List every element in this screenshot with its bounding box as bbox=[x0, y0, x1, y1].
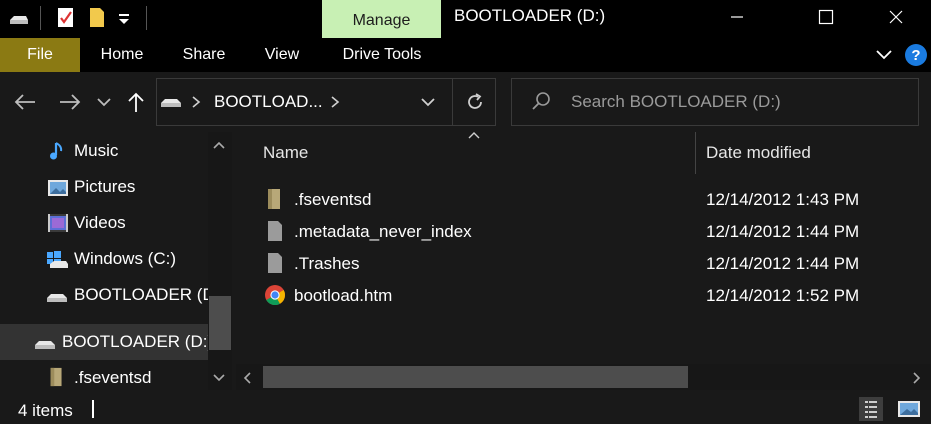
file-name[interactable]: .fseventsd bbox=[294, 190, 372, 210]
music-icon bbox=[50, 142, 63, 160]
pictures-icon bbox=[48, 180, 68, 196]
file-name[interactable]: .Trashes bbox=[294, 254, 360, 274]
column-divider[interactable] bbox=[695, 132, 696, 174]
tree-item-pictures[interactable]: Pictures bbox=[0, 169, 208, 205]
tree-item-bootloader-d[interactable]: BOOTLOADER (D:) bbox=[0, 277, 208, 313]
help-button[interactable]: ? bbox=[905, 44, 927, 66]
tab-drive-tools[interactable]: Drive Tools bbox=[330, 38, 434, 72]
drive-icon bbox=[47, 294, 67, 302]
large-icons-view-icon[interactable] bbox=[897, 397, 921, 421]
search-icon bbox=[532, 92, 550, 110]
file-name[interactable]: bootload.htm bbox=[294, 286, 392, 306]
maximize-button[interactable] bbox=[803, 0, 849, 34]
details-view-icon[interactable] bbox=[859, 397, 883, 421]
navigation-pane[interactable]: Music Pictures Videos Windows (C:) BOOTL… bbox=[0, 132, 232, 390]
up-arrow-icon[interactable] bbox=[126, 91, 146, 113]
file-name[interactable]: .metadata_never_index bbox=[294, 222, 472, 242]
back-arrow-icon[interactable] bbox=[13, 92, 37, 112]
chevron-right-icon[interactable] bbox=[190, 95, 202, 109]
file-date: 12/14/2012 1:44 PM bbox=[706, 222, 860, 241]
tree-item-fseventsd[interactable]: .fseventsd bbox=[0, 360, 208, 390]
forward-arrow-icon[interactable] bbox=[58, 92, 82, 112]
windows-drive-icon bbox=[47, 251, 68, 268]
customize-toolbar-icon[interactable] bbox=[114, 8, 136, 30]
tree-item-music[interactable]: Music bbox=[0, 133, 208, 169]
ribbon-tabs: File Home Share View Drive Tools bbox=[0, 38, 931, 72]
tree-item-label: .fseventsd bbox=[74, 368, 152, 387]
tree-item-bootloader-d-root[interactable]: BOOTLOADER (D:) bbox=[0, 324, 208, 360]
chevron-right-icon[interactable] bbox=[329, 95, 341, 109]
address-divider bbox=[452, 79, 453, 125]
file-icon bbox=[268, 253, 282, 273]
title-bar: Manage BOOTLOADER (D:) bbox=[0, 0, 931, 38]
properties-icon[interactable] bbox=[55, 6, 77, 28]
tree-item-label: Videos bbox=[74, 213, 126, 232]
minimize-button[interactable] bbox=[714, 0, 760, 34]
tree-item-label: BOOTLOADER (D:) bbox=[74, 285, 208, 304]
column-header-name[interactable]: Name bbox=[263, 143, 308, 163]
new-folder-icon[interactable] bbox=[86, 6, 108, 28]
tab-manage[interactable]: Manage bbox=[322, 0, 441, 38]
status-divider bbox=[92, 400, 94, 418]
drive-icon bbox=[35, 341, 55, 349]
scrollbar-thumb[interactable] bbox=[209, 296, 231, 350]
toolbar-divider bbox=[40, 6, 41, 30]
folder-icon bbox=[268, 189, 280, 209]
file-icon bbox=[268, 221, 282, 241]
close-button[interactable] bbox=[873, 0, 919, 34]
search-input[interactable]: Search BOOTLOADER (D:) bbox=[571, 92, 781, 112]
chrome-icon bbox=[265, 285, 286, 306]
item-count: 4 items bbox=[18, 401, 73, 420]
maximize-icon bbox=[818, 9, 834, 25]
address-bar[interactable] bbox=[156, 78, 496, 126]
refresh-icon[interactable] bbox=[464, 91, 486, 113]
status-bar bbox=[0, 392, 931, 424]
tree-item-label: Music bbox=[74, 141, 119, 160]
scroll-left-icon[interactable] bbox=[242, 371, 252, 385]
tab-view[interactable]: View bbox=[254, 38, 310, 72]
navigation-scrollbar[interactable] bbox=[208, 132, 232, 390]
scroll-up-icon[interactable] bbox=[212, 140, 226, 150]
tree-item-label: BOOTLOADER (D:) bbox=[62, 332, 208, 351]
file-date: 12/14/2012 1:43 PM bbox=[706, 190, 860, 209]
scroll-right-icon[interactable] bbox=[912, 371, 922, 385]
breadcrumb[interactable]: BOOTLOAD... bbox=[214, 92, 323, 112]
expand-ribbon-icon[interactable] bbox=[874, 44, 894, 64]
tree-item-videos[interactable]: Videos bbox=[0, 205, 208, 241]
tab-file[interactable]: File bbox=[0, 38, 80, 72]
tree-item-windows-c[interactable]: Windows (C:) bbox=[0, 241, 208, 277]
tree-item-label: Windows (C:) bbox=[74, 249, 177, 268]
recent-locations-icon[interactable] bbox=[96, 96, 112, 108]
file-date: 12/14/2012 1:44 PM bbox=[706, 254, 860, 273]
tree-item-label: Pictures bbox=[74, 177, 136, 196]
address-dropdown-icon[interactable] bbox=[420, 96, 436, 108]
scrollbar-thumb[interactable] bbox=[263, 366, 688, 388]
drive-icon bbox=[161, 99, 181, 107]
videos-icon bbox=[48, 214, 68, 232]
column-header-date-modified[interactable]: Date modified bbox=[706, 143, 811, 163]
file-date: 12/14/2012 1:52 PM bbox=[706, 286, 860, 305]
drive-icon bbox=[10, 16, 28, 24]
window-title: BOOTLOADER (D:) bbox=[454, 6, 606, 25]
close-icon bbox=[889, 10, 903, 24]
tab-share[interactable]: Share bbox=[174, 38, 234, 72]
toolbar-divider bbox=[146, 6, 147, 30]
minimize-icon bbox=[731, 16, 743, 18]
scroll-down-icon[interactable] bbox=[212, 373, 226, 383]
sort-indicator-icon bbox=[468, 132, 480, 139]
tab-home[interactable]: Home bbox=[88, 38, 156, 72]
folder-icon bbox=[50, 367, 62, 387]
